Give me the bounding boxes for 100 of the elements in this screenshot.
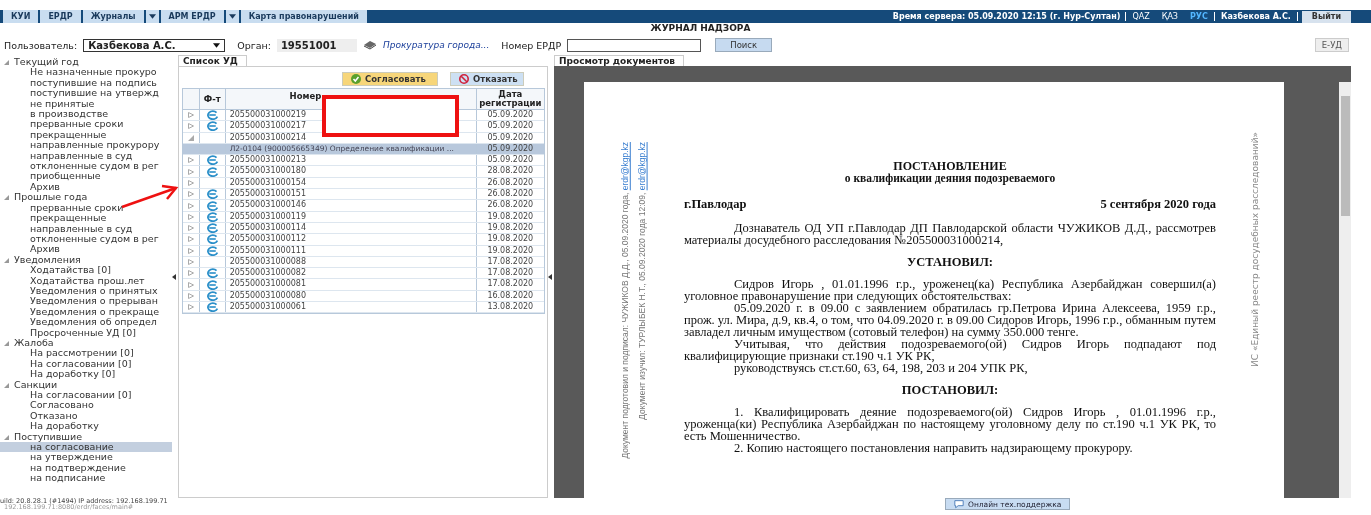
- tree-item[interactable]: направленные прокурору: [0, 140, 172, 151]
- expand-icon[interactable]: [4, 382, 9, 388]
- logout-button[interactable]: Выйти: [1301, 10, 1351, 23]
- tree-item[interactable]: на согласование: [0, 442, 172, 453]
- tree-item[interactable]: поступившие на утвержд: [0, 88, 172, 99]
- expand-icon[interactable]: [187, 112, 194, 119]
- tree-item[interactable]: Не назначенные прокуро: [0, 67, 172, 78]
- table-cell[interactable]: 205500031000061: [229, 302, 306, 312]
- tree-item[interactable]: прерванные сроки: [0, 119, 172, 130]
- search-button[interactable]: Поиск: [715, 38, 773, 52]
- organ-link[interactable]: Прокуратура города...: [382, 40, 490, 50]
- scrollbar[interactable]: [1339, 82, 1351, 498]
- column-header[interactable]: Ф-т: [199, 89, 226, 109]
- tree-item[interactable]: прекращенные: [0, 129, 172, 141]
- tree-item[interactable]: Просроченные УД [0]: [0, 327, 172, 338]
- menu-item[interactable]: Журналы: [82, 10, 144, 23]
- expand-icon[interactable]: [187, 157, 194, 164]
- tree-group[interactable]: Санкции: [14, 379, 58, 390]
- table-cell[interactable]: 205500031000214: [229, 132, 306, 142]
- tree-item[interactable]: отклоненные судом в рег: [0, 161, 172, 172]
- tree-item[interactable]: не принятые: [0, 98, 172, 110]
- caret-icon[interactable]: [148, 14, 156, 19]
- tree-item[interactable]: На согласовании [0]: [0, 358, 172, 370]
- tree-item[interactable]: отклоненные судом в рег: [0, 233, 172, 245]
- prohibited-icon[interactable]: [459, 74, 469, 84]
- tree-item[interactable]: на подписание: [0, 473, 172, 484]
- chat-icon[interactable]: [954, 499, 964, 509]
- tree-item[interactable]: Уведомления о прерыван: [0, 296, 172, 307]
- table-cell[interactable]: 205500031000151: [229, 189, 306, 199]
- expand-icon[interactable]: [187, 179, 194, 186]
- dropdown-button[interactable]: [225, 10, 239, 23]
- tree-group[interactable]: Текущий год: [14, 57, 79, 68]
- erdr-input[interactable]: [567, 38, 702, 52]
- tree-item[interactable]: на подтверждение: [0, 462, 172, 474]
- table-cell[interactable]: 205500031000146: [229, 200, 306, 210]
- expand-icon[interactable]: [187, 202, 194, 209]
- expand-icon[interactable]: [187, 270, 194, 277]
- table-cell[interactable]: 205500031000081: [229, 279, 306, 289]
- tree-item[interactable]: Отказано: [0, 410, 172, 422]
- menu-item[interactable]: АРМ ЕРДР: [160, 10, 224, 23]
- table-cell[interactable]: 205500031000088: [229, 256, 306, 266]
- tree-item[interactable]: На доработку: [0, 421, 172, 432]
- expand-icon[interactable]: [187, 247, 194, 254]
- reject-button[interactable]: Отказать: [450, 72, 524, 86]
- table-cell[interactable]: 205500031000154: [229, 177, 306, 187]
- caret-icon[interactable]: [213, 42, 221, 48]
- tree-group[interactable]: Уведомления: [14, 254, 81, 266]
- expand-icon[interactable]: [187, 191, 194, 198]
- expand-icon[interactable]: [187, 236, 194, 243]
- table-cell[interactable]: 205500031000217: [229, 121, 306, 131]
- expand-icon[interactable]: [187, 304, 194, 311]
- table-cell[interactable]: 205500031000114: [229, 222, 306, 232]
- collapse-icon[interactable]: [172, 273, 176, 280]
- menu-item[interactable]: Карта правонарушений: [240, 10, 367, 23]
- dropdown-button[interactable]: [145, 10, 159, 23]
- expand-icon[interactable]: [187, 134, 194, 141]
- tree-item[interactable]: на утверждение: [0, 452, 172, 463]
- language-link[interactable]: РУС: [1184, 12, 1214, 21]
- email-link[interactable]: erdr@kgp.kz: [637, 142, 647, 191]
- tree-item[interactable]: Уведомления об определ: [0, 317, 172, 328]
- user-select[interactable]: Казбекова А.С.: [83, 38, 226, 52]
- tree-item[interactable]: приобщенные: [0, 171, 172, 182]
- expand-icon[interactable]: [187, 292, 194, 299]
- expand-icon[interactable]: [187, 281, 194, 288]
- tree-item[interactable]: направленные в суд: [0, 223, 172, 234]
- expand-icon[interactable]: [4, 340, 9, 346]
- tree-group[interactable]: Поступившие: [14, 431, 83, 443]
- expand-icon[interactable]: [4, 195, 9, 201]
- tree-item[interactable]: Ходатайства прош.лет: [0, 275, 172, 286]
- tree-item[interactable]: Архив: [0, 244, 172, 255]
- language-link[interactable]: ҚАЗ: [1155, 12, 1184, 21]
- expand-icon[interactable]: [4, 60, 9, 65]
- tree-item[interactable]: направленные в суд: [0, 150, 172, 162]
- tree-item[interactable]: Ходатайства [0]: [0, 265, 172, 276]
- email-link[interactable]: erdr@kgp.kz: [620, 142, 630, 191]
- table-cell[interactable]: 205500031000082: [229, 268, 306, 278]
- eud-button[interactable]: Е-УД: [1314, 38, 1349, 52]
- tree-item[interactable]: прерванные сроки: [0, 202, 172, 214]
- table-cell[interactable]: 205500031000213: [229, 155, 306, 165]
- checkmark-icon[interactable]: [351, 74, 361, 84]
- menu-item[interactable]: КУИ: [3, 10, 39, 23]
- expand-icon[interactable]: [4, 434, 9, 440]
- table-cell[interactable]: 205500031000119: [229, 211, 306, 221]
- table-cell[interactable]: 205500031000080: [229, 290, 306, 300]
- tree-group[interactable]: Жалоба: [14, 337, 54, 349]
- table-cell[interactable]: 205500031000111: [229, 245, 306, 255]
- tree-item[interactable]: поступившие на подпись: [0, 77, 172, 89]
- tree-item[interactable]: Согласовано: [0, 400, 172, 411]
- language-link[interactable]: QAZ: [1126, 12, 1156, 21]
- column-header[interactable]: Дата регистрации: [476, 89, 544, 109]
- tree-item[interactable]: Архив: [0, 181, 172, 193]
- tree-group[interactable]: Прошлые года: [14, 192, 88, 203]
- table-cell[interactable]: 205500031000219: [229, 110, 306, 119]
- table-cell[interactable]: 205500031000112: [229, 234, 306, 244]
- tree-item[interactable]: На рассмотрении [0]: [0, 348, 172, 359]
- tree-item[interactable]: На согласовании [0]: [0, 390, 172, 401]
- tree-item[interactable]: в производстве: [0, 109, 172, 120]
- tree-item[interactable]: На доработку [0]: [0, 369, 172, 380]
- caret-icon[interactable]: [228, 14, 236, 19]
- expand-icon[interactable]: [187, 168, 194, 175]
